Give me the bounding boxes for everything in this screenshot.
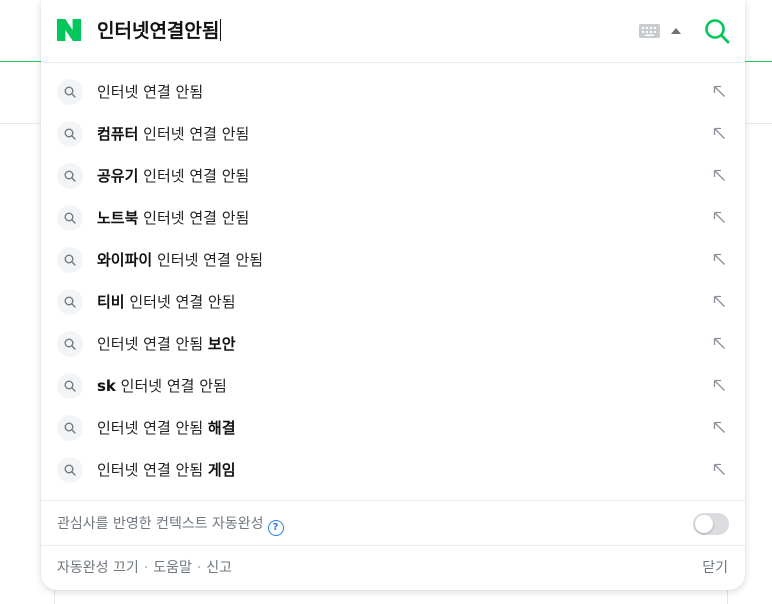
suggestion-item[interactable]: sk 인터넷 연결 안됨 [41,365,745,407]
suggestion-item[interactable]: 와이파이 인터넷 연결 안됨 [41,239,745,281]
search-icon [57,415,83,441]
toggle-knob [695,515,713,533]
search-icon [57,205,83,231]
arrow-up-left-icon[interactable] [712,252,727,267]
report-link[interactable]: 신고 [206,560,232,576]
arrow-up-left-icon[interactable] [712,336,727,351]
suggestion-text: 컴퓨터 인터넷 연결 안됨 [97,125,250,143]
suggestion-list: 인터넷 연결 안됨 컴퓨터 인터넷 연결 안됨 공유기 인터넷 연결 안됨 노트… [41,71,745,491]
suggestion-text: 공유기 인터넷 연결 안됨 [97,167,250,185]
suggestion-item[interactable]: 인터넷 연결 안됨 게임 [41,449,745,491]
autocomplete-panel: 인터넷연결안됨 인터넷 연결 안됨 컴퓨터 인터넷 연결 안됨 공유기 인터넷 … [41,0,745,590]
suggestion-item[interactable]: 컴퓨터 인터넷 연결 안됨 [41,113,745,155]
search-icon [57,163,83,189]
keyboard-icon[interactable] [639,24,660,38]
search-icon [57,457,83,483]
suggestion-text: 인터넷 연결 안됨 해결 [97,419,236,437]
suggestion-item[interactable]: 인터넷 연결 안됨 보안 [41,323,745,365]
search-icon [57,121,83,147]
arrow-up-left-icon[interactable] [712,420,727,435]
arrow-up-left-icon[interactable] [712,84,727,99]
suggestion-item[interactable]: 공유기 인터넷 연결 안됨 [41,155,745,197]
search-icon [57,247,83,273]
search-icon [57,289,83,315]
context-autocomplete-label: 관심사를 반영한 컨텍스트 자동완성? [57,514,284,536]
footer-links: 자동완성 끄기 · 도움말 · 신고 [57,558,232,578]
suggestion-item[interactable]: 인터넷 연결 안됨 해결 [41,407,745,449]
footer-separator: · [196,560,202,576]
turn-off-autocomplete-link[interactable]: 자동완성 끄기 [57,560,139,576]
arrow-up-left-icon[interactable] [712,126,727,141]
suggestion-item[interactable]: 인터넷 연결 안됨 [41,71,745,113]
search-icon [57,331,83,357]
help-link[interactable]: 도움말 [153,560,192,576]
arrow-up-left-icon[interactable] [712,378,727,393]
search-icon [57,373,83,399]
search-icon [57,79,83,105]
arrow-up-left-icon[interactable] [712,210,727,225]
suggestion-text: 노트북 인터넷 연결 안됨 [97,209,250,227]
text-caret [220,19,222,41]
suggestion-item[interactable]: 티비 인터넷 연결 안됨 [41,281,745,323]
arrow-up-left-icon[interactable] [712,168,727,183]
suggestion-text: 인터넷 연결 안됨 [97,83,204,101]
search-input[interactable]: 인터넷연결안됨 [97,17,222,45]
suggestion-text: 인터넷 연결 안됨 게임 [97,461,236,479]
autocomplete-footer: 자동완성 끄기 · 도움말 · 신고 닫기 [41,545,745,590]
arrow-up-left-icon[interactable] [712,294,727,309]
footer-separator: · [143,560,149,576]
suggestion-text: sk 인터넷 연결 안됨 [97,377,227,395]
suggestion-item[interactable]: 노트북 인터넷 연결 안됨 [41,197,745,239]
suggestion-text: 인터넷 연결 안됨 보안 [97,335,236,353]
context-autocomplete-toggle[interactable] [693,513,729,535]
context-autocomplete-row: 관심사를 반영한 컨텍스트 자동완성? [41,500,745,546]
search-query-text: 인터넷연결안됨 [97,20,220,42]
naver-logo-icon[interactable] [57,19,81,41]
suggestion-text: 티비 인터넷 연결 안됨 [97,293,236,311]
search-button[interactable] [703,17,731,45]
arrow-up-left-icon[interactable] [712,462,727,477]
suggestion-text: 와이파이 인터넷 연결 안됨 [97,251,264,269]
search-bar: 인터넷연결안됨 [41,0,745,63]
help-icon[interactable]: ? [267,520,284,536]
arrow-up-icon[interactable] [671,27,681,34]
close-button[interactable]: 닫기 [702,558,728,578]
